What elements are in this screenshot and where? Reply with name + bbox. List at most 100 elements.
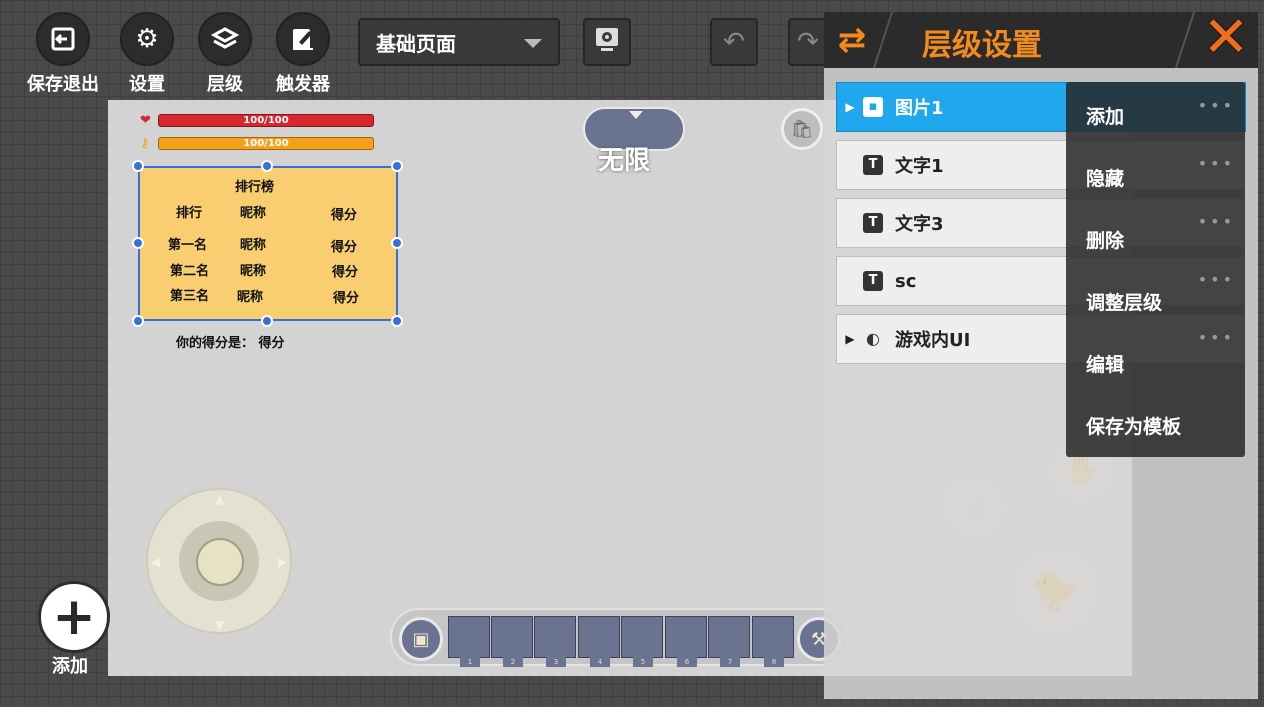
- layers-icon: [198, 12, 252, 66]
- shop-bag-icon[interactable]: 🛍: [781, 108, 823, 150]
- menu-item-reorder[interactable]: 调整层级: [1086, 288, 1162, 315]
- text-icon: T: [863, 155, 883, 175]
- settings-button[interactable]: ⚙ 设置: [107, 12, 187, 96]
- hotbar-slot[interactable]: 3: [534, 616, 576, 667]
- header-divider: [1174, 12, 1196, 68]
- header-divider: [872, 12, 894, 68]
- layers-label: 层级: [207, 74, 243, 95]
- hotbar-slot[interactable]: 4: [578, 616, 620, 667]
- resize-handle[interactable]: [132, 315, 144, 327]
- hotbar-slot[interactable]: 7: [708, 616, 750, 667]
- timer-text: 无限: [598, 146, 651, 176]
- resize-handle[interactable]: [261, 315, 273, 327]
- expand-arrow-icon[interactable]: ▶: [837, 100, 863, 114]
- more-dots-icon[interactable]: •••: [1198, 212, 1235, 231]
- undo-icon: ↶: [723, 27, 745, 57]
- layer-label: 游戏内UI: [895, 330, 971, 351]
- leaderboard-cell: 昵称: [237, 290, 264, 305]
- more-dots-icon[interactable]: •••: [1198, 154, 1235, 173]
- toggle-icon: ◐: [866, 329, 880, 348]
- menu-item-save-template[interactable]: 保存为模板: [1086, 412, 1181, 439]
- hotbar-slot[interactable]: 5: [621, 616, 663, 667]
- expand-arrow-icon[interactable]: ▶: [837, 332, 863, 346]
- monitor-gear-icon: [593, 25, 621, 60]
- arrow-right-icon: ▶: [278, 555, 288, 569]
- gear-icon: ⚙: [120, 12, 174, 66]
- menu-item-add[interactable]: 添加: [1086, 102, 1124, 129]
- menu-item-edit[interactable]: 编辑: [1086, 350, 1124, 377]
- leaderboard-cell: 第一名: [168, 238, 208, 253]
- hotbar: ▣ 1 2 3 4 5 6 7 8 ⚒: [390, 608, 850, 667]
- page-select-value: 基础页面: [376, 31, 456, 56]
- layer-label: 文字3: [895, 214, 944, 235]
- resize-handle[interactable]: [132, 237, 144, 249]
- panel-header: ⇄ 层级设置 ✕: [824, 8, 1258, 68]
- joystick[interactable]: ▲ ▼ ◀ ▶: [146, 488, 292, 634]
- hotbar-slot[interactable]: 1: [448, 616, 490, 667]
- arrow-down-icon: ▼: [215, 618, 225, 632]
- page-select-dropdown[interactable]: 基础页面: [358, 18, 560, 66]
- leaderboard-header-rank: 排行: [176, 206, 203, 221]
- more-dots-icon[interactable]: •••: [1198, 270, 1235, 289]
- hotbar-slot[interactable]: 2: [491, 616, 533, 667]
- mp-bar-row: ⚷ 100/100: [140, 135, 374, 151]
- resize-handle[interactable]: [391, 160, 403, 172]
- add-button-label: 添加: [52, 656, 88, 677]
- arrow-up-icon: ▲: [215, 492, 225, 506]
- text-icon: T: [863, 271, 883, 291]
- leaderboard-cell: 得分: [331, 240, 358, 255]
- resize-handle[interactable]: [391, 315, 403, 327]
- layers-button[interactable]: 层级: [185, 12, 265, 96]
- hotbar-slot[interactable]: 6: [665, 616, 707, 667]
- leaderboard-header-nickname: 昵称: [240, 206, 267, 221]
- backpack-icon[interactable]: ▣: [399, 617, 443, 661]
- hotbar-slot[interactable]: 8: [752, 616, 794, 667]
- leaderboard-cell: 得分: [333, 291, 360, 306]
- plus-icon: +: [52, 587, 96, 647]
- resize-handle[interactable]: [391, 237, 403, 249]
- panel-title: 层级设置: [922, 28, 1042, 63]
- layer-label: sc: [895, 270, 917, 292]
- layer-label: 图片1: [895, 98, 944, 119]
- menu-item-hide[interactable]: 隐藏: [1086, 164, 1124, 191]
- hp-bar-row: ❤ 100/100: [140, 112, 374, 128]
- page-settings-button[interactable]: [583, 18, 631, 66]
- more-dots-icon[interactable]: •••: [1198, 96, 1235, 115]
- key-icon: ⚷: [140, 135, 150, 151]
- leaderboard-cell: 第三名: [170, 289, 210, 304]
- arrow-left-icon: ◀: [151, 555, 161, 569]
- trigger-label: 触发器: [276, 74, 330, 95]
- layer-label: 文字1: [895, 156, 944, 177]
- resize-handle[interactable]: [261, 160, 273, 172]
- more-dots-icon[interactable]: •••: [1198, 328, 1235, 347]
- redo-button[interactable]: ↷: [788, 18, 828, 66]
- context-menu: 添加 ••• 隐藏 ••• 删除 ••• 调整层级 ••• 编辑 ••• 保存为…: [1066, 82, 1245, 457]
- close-icon[interactable]: ✕: [1201, 8, 1251, 68]
- resize-handle[interactable]: [132, 160, 144, 172]
- leaderboard-cell: 得分: [332, 265, 359, 280]
- trigger-edit-icon: [276, 12, 330, 66]
- leaderboard-widget[interactable]: 排行榜 排行 昵称 得分 第一名 昵称 得分 第二名 昵称 得分 第三名 昵称 …: [138, 166, 398, 321]
- leaderboard-cell: 昵称: [240, 264, 267, 279]
- trigger-button[interactable]: 触发器: [263, 12, 343, 96]
- leaderboard-title: 排行榜: [235, 180, 275, 195]
- save-exit-button[interactable]: 保存退出: [23, 12, 103, 96]
- menu-item-delete[interactable]: 删除: [1086, 226, 1124, 253]
- caret-down-icon: [629, 111, 643, 119]
- heart-icon: ❤: [140, 112, 151, 128]
- redo-icon: ↷: [797, 27, 819, 57]
- leaderboard-cell: 昵称: [240, 238, 267, 253]
- undo-button[interactable]: ↶: [710, 18, 758, 66]
- joystick-knob[interactable]: [196, 538, 244, 586]
- text-icon: T: [863, 213, 883, 233]
- hp-bar: 100/100: [158, 113, 374, 127]
- chevron-down-icon: [524, 39, 542, 48]
- add-button[interactable]: +: [38, 581, 110, 653]
- image-icon: ▪: [863, 97, 883, 117]
- swap-arrows-icon[interactable]: ⇄: [832, 20, 872, 60]
- leaderboard-cell: 第二名: [170, 264, 210, 279]
- mp-bar: 100/100: [158, 136, 374, 150]
- save-exit-label: 保存退出: [27, 74, 99, 95]
- exit-icon: [36, 12, 90, 66]
- score-text: 你的得分是： 得分: [176, 336, 285, 351]
